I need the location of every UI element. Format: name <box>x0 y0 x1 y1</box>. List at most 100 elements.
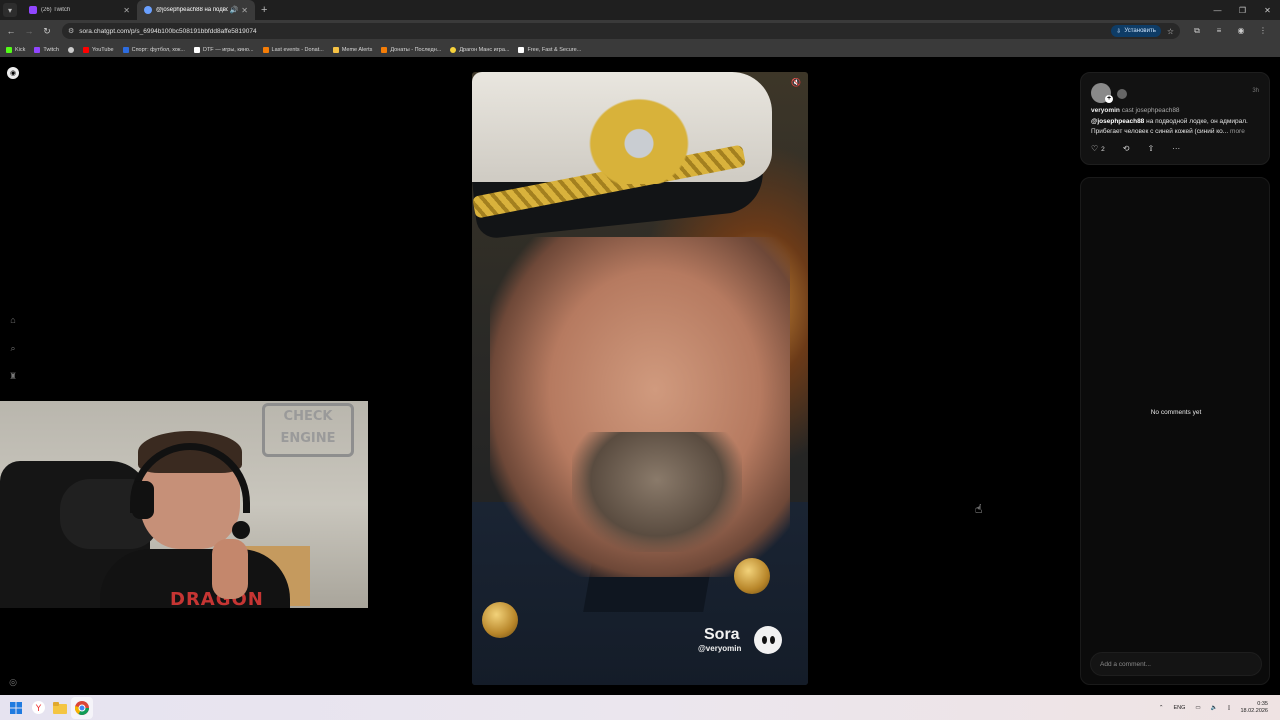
bookmark-item[interactable]: Донаты - Последн... <box>381 46 441 53</box>
network-icon[interactable]: ▭ <box>1195 705 1200 711</box>
bookmark-item[interactable]: Last events - Donat... <box>262 46 324 53</box>
tab-sora[interactable]: @josephpeach88 на подвод 🔊 ✕ <box>137 0 255 20</box>
author-name[interactable]: veryomin <box>1091 107 1120 114</box>
url-text[interactable]: sora.chatgpt.com/p/s_6994b100bc508191bbf… <box>79 28 1111 35</box>
profile-icon[interactable]: ◉ <box>1230 26 1252 36</box>
microphone <box>232 521 250 539</box>
browser-toolbar: ← → ↻ ⚙ sora.chatgpt.com/p/s_6994b100bc5… <box>0 20 1280 42</box>
volume-icon[interactable]: 🔈 <box>1211 705 1218 711</box>
install-app-button[interactable]: ⇩ Установить <box>1111 25 1161 37</box>
more-options-icon[interactable]: ··· <box>1172 144 1180 153</box>
bookmark-item[interactable] <box>67 46 74 53</box>
bookmark-item[interactable]: DTF — игры, кино... <box>193 46 254 53</box>
speaker-icon[interactable]: 🔊 <box>230 6 239 14</box>
mention-link[interactable]: @josephpeach88 <box>1091 118 1144 125</box>
mute-icon[interactable]: 🔇 <box>790 78 802 90</box>
dtf-icon <box>193 46 200 53</box>
file-explorer-icon[interactable] <box>49 697 71 719</box>
minimize-icon[interactable]: — <box>1205 6 1230 15</box>
memealerts-icon <box>332 46 339 53</box>
twitch-icon <box>29 6 37 14</box>
clock-time: 0:35 <box>1257 700 1268 707</box>
bookmarks-bar: Kick Twitch YouTube Спорт: футбол, хок..… <box>0 42 1280 57</box>
window-controls: — ❐ ✕ <box>1205 6 1280 15</box>
tab-title: @josephpeach88 на подвод <box>156 7 228 13</box>
bookmark-label: Спорт: футбол, хок... <box>131 46 185 53</box>
site-info-icon[interactable]: ⚙ <box>68 27 74 35</box>
headset-earcup <box>132 481 154 519</box>
sora-page: ◉ ⌂ ⌕ ♜ ◎ CHECK ENGINE DRAGON 🔇 Sora @ve… <box>0 60 1280 695</box>
sora-favicon-icon <box>144 6 152 14</box>
more-link[interactable]: more <box>1230 128 1245 135</box>
home-icon[interactable]: ⌂ <box>7 314 19 326</box>
search-icon[interactable]: ⌕ <box>7 342 19 354</box>
post-caption: @josephpeach88 на подводной лодке, он ад… <box>1091 117 1263 137</box>
twitch-icon <box>34 46 41 53</box>
video-cap-badge <box>584 94 694 184</box>
bookmark-label: YouTube <box>91 46 114 53</box>
bookmark-label: Last events - Donat... <box>271 46 324 53</box>
tab-strip: ▾ (26) Twitch ✕ @josephpeach88 на подвод… <box>0 0 1280 20</box>
yandex-browser-icon[interactable]: Y <box>27 697 49 719</box>
video-player[interactable]: 🔇 Sora @veryomin <box>472 72 808 685</box>
sora-logo-icon[interactable]: ◉ <box>7 67 19 79</box>
install-label: Установить <box>1124 28 1156 34</box>
cast-label: cast <box>1121 107 1134 114</box>
media-controls-icon[interactable]: ≡ <box>1208 26 1230 36</box>
system-tray: ⌃ ENG ▭ 🔈 ▯ 0:35 18.02.2026 <box>1159 701 1280 715</box>
address-bar[interactable]: ⚙ sora.chatgpt.com/p/s_6994b100bc508191b… <box>62 23 1180 39</box>
like-button[interactable]: ♡ 2 <box>1091 144 1105 153</box>
tab-search-button[interactable]: ▾ <box>3 3 17 17</box>
bookmark-label: Meme Alerts <box>341 46 373 53</box>
settings-icon[interactable]: ◎ <box>7 676 19 688</box>
like-count: 2 <box>1101 146 1105 153</box>
comments-panel: No comments yet <box>1080 177 1270 685</box>
bookmark-item[interactable]: Twitch <box>34 46 59 53</box>
new-tab-button[interactable]: + <box>261 4 267 16</box>
post-actions: ♡ 2 ⟲ ⇧ ··· <box>1091 144 1180 153</box>
chevron-up-icon[interactable]: ⌃ <box>1159 705 1164 711</box>
forward-icon[interactable]: → <box>20 26 38 36</box>
bookmark-item[interactable]: YouTube <box>82 46 114 53</box>
windows-start-icon[interactable] <box>5 697 27 719</box>
post-card: + 3h veryomin cast josephpeach88 @joseph… <box>1080 72 1270 165</box>
video-coat-button <box>482 602 518 638</box>
clock[interactable]: 0:35 18.02.2026 <box>1240 701 1268 715</box>
cast-avatar[interactable] <box>1117 89 1127 99</box>
dragon-icon <box>450 46 457 53</box>
bookmark-item[interactable]: Спорт: футбол, хок... <box>122 46 185 53</box>
tab-twitch[interactable]: (26) Twitch ✕ <box>22 0 137 20</box>
share-icon[interactable]: ⇧ <box>1148 144 1155 153</box>
trophy-icon[interactable]: ♜ <box>7 370 19 382</box>
bookmark-item[interactable]: Meme Alerts <box>332 46 373 53</box>
close-icon[interactable]: ✕ <box>241 6 248 15</box>
toolbar-icons: ⧉ ≡ ◉ ⋮ <box>1186 26 1274 36</box>
maximize-icon[interactable]: ❐ <box>1230 6 1255 15</box>
sport-icon <box>122 46 129 53</box>
bookmark-item[interactable]: Kick <box>6 46 26 53</box>
menu-icon[interactable]: ⋮ <box>1252 26 1274 36</box>
battery-icon[interactable]: ▯ <box>1227 705 1230 711</box>
youtube-icon <box>82 46 89 53</box>
globe-icon <box>67 46 74 53</box>
bookmark-item[interactable]: Драгон Манс игра... <box>450 46 510 53</box>
extensions-icon[interactable]: ⧉ <box>1186 26 1208 36</box>
install-icon: ⇩ <box>1116 28 1122 35</box>
windows-taskbar: Y ⌃ ENG ▭ 🔈 ▯ 0:35 18.02.2026 <box>0 695 1280 720</box>
bookmark-star-icon[interactable]: ☆ <box>1167 27 1174 36</box>
post-time: 3h <box>1252 88 1259 94</box>
language-indicator[interactable]: ENG <box>1173 705 1185 711</box>
bookmark-label: Kick <box>15 46 26 53</box>
follow-plus-icon[interactable]: + <box>1105 95 1113 103</box>
close-window-icon[interactable]: ✕ <box>1255 6 1280 15</box>
no-comments-text: No comments yet <box>1150 409 1202 416</box>
bookmark-item[interactable]: Free, Fast & Secure... <box>518 46 581 53</box>
close-icon[interactable]: ✕ <box>123 6 130 15</box>
bookmark-label: Драгон Манс игра... <box>459 46 510 53</box>
cast-user[interactable]: josephpeach88 <box>1135 107 1179 114</box>
chrome-icon[interactable] <box>71 696 93 719</box>
comment-input[interactable] <box>1090 652 1262 676</box>
reload-icon[interactable]: ↻ <box>38 26 56 37</box>
remix-icon[interactable]: ⟲ <box>1123 144 1130 153</box>
back-icon[interactable]: ← <box>2 26 20 36</box>
